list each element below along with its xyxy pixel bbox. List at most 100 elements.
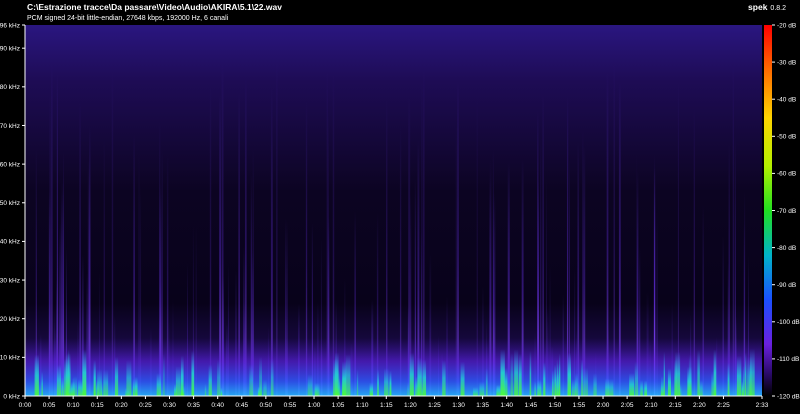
- energy-peak: [534, 381, 536, 396]
- db-tick-label: -30 dB: [777, 59, 796, 66]
- energy-peak: [593, 373, 597, 396]
- energy-peak: [529, 350, 532, 396]
- frequency-tick-label: 70 kHz: [0, 123, 20, 130]
- energy-peak: [571, 379, 577, 396]
- plot-area: [25, 25, 762, 397]
- energy-peak: [41, 371, 43, 396]
- energy-peak: [61, 377, 64, 396]
- energy-peak: [175, 366, 181, 396]
- energy-peak: [442, 360, 446, 396]
- energy-peak: [100, 382, 103, 396]
- energy-peak: [114, 356, 119, 396]
- time-tick-label: 2:00: [597, 402, 610, 409]
- energy-peak: [249, 364, 254, 396]
- energy-peak: [742, 365, 745, 396]
- db-tick-label: -20 dB: [777, 22, 796, 29]
- time-tick-label: 2:05: [621, 402, 634, 409]
- energy-peak: [34, 354, 40, 396]
- energy-peak: [220, 387, 223, 396]
- energy-peak: [537, 379, 542, 396]
- energy-peak: [409, 352, 414, 396]
- energy-peak: [133, 378, 135, 396]
- energy-peak: [56, 364, 61, 396]
- energy-peak: [699, 380, 703, 396]
- frequency-tick-label: 30 kHz: [0, 277, 20, 284]
- time-tick-label: 0:00: [19, 402, 32, 409]
- frequency-tick-label: 40 kHz: [0, 239, 20, 246]
- frequency-tick-label: 90 kHz: [0, 45, 20, 52]
- energy-peak: [634, 361, 639, 396]
- energy-peak: [345, 354, 351, 396]
- energy-peak: [263, 379, 267, 396]
- time-tick-label: 1:35: [476, 402, 489, 409]
- time-tick-label: 1:20: [404, 402, 417, 409]
- energy-peak: [103, 369, 109, 396]
- energy-peak: [514, 349, 519, 396]
- energy-peak: [356, 369, 359, 396]
- energy-peak: [389, 370, 392, 396]
- time-tick-label: 1:10: [356, 402, 369, 409]
- energy-peak: [663, 351, 665, 396]
- time-tick-label: 0:20: [115, 402, 128, 409]
- energy-peak: [369, 382, 374, 396]
- time-tick-label: 0:05: [43, 402, 56, 409]
- energy-peak: [629, 373, 635, 396]
- energy-peak: [518, 353, 522, 396]
- frequency-tick-label: 20 kHz: [0, 316, 20, 323]
- time-tick-label: 2:25: [717, 402, 730, 409]
- energy-peak: [711, 371, 716, 396]
- frequency-tick-label: 80 kHz: [0, 84, 20, 91]
- energy-peak: [217, 359, 221, 396]
- energy-peak: [314, 382, 318, 396]
- energy-peak: [727, 362, 730, 396]
- db-tick-label: -80 dB: [777, 245, 796, 252]
- energy-peak: [338, 369, 340, 396]
- energy-peak: [163, 353, 165, 396]
- time-tick-label: 1:25: [428, 402, 441, 409]
- time-tick-label: 1:30: [452, 402, 465, 409]
- frequency-tick-label: 0 kHz: [3, 393, 20, 400]
- energy-peak: [640, 380, 643, 396]
- db-tick-label: -110 dB: [777, 356, 799, 363]
- db-tick-label: -90 dB: [777, 282, 796, 289]
- db-tick-label: -70 dB: [777, 208, 796, 215]
- energy-peak: [73, 376, 78, 396]
- db-tick-label: -100 dB: [777, 319, 800, 326]
- energy-peak: [259, 381, 262, 396]
- time-tick-label: 2:20: [693, 402, 706, 409]
- time-tick-label: 0:15: [91, 402, 104, 409]
- time-tick-label: 1:50: [549, 402, 562, 409]
- energy-peak: [342, 361, 347, 396]
- time-tick-label: 0:45: [235, 402, 248, 409]
- energy-peak: [736, 355, 742, 396]
- energy-peak: [644, 380, 648, 396]
- db-tick-label: -50 dB: [777, 134, 796, 141]
- energy-peak: [333, 359, 338, 396]
- energy-peak: [78, 379, 83, 396]
- time-tick-label: 1:40: [500, 402, 513, 409]
- energy-peak: [687, 366, 692, 396]
- energy-peak: [554, 364, 556, 396]
- energy-peak: [675, 351, 681, 396]
- energy-peak: [134, 376, 138, 396]
- energy-peak: [191, 350, 195, 396]
- db-color-scale: [764, 25, 772, 396]
- energy-peak: [479, 381, 485, 396]
- frequency-tick-label: 50 kHz: [0, 200, 20, 207]
- energy-peak: [559, 353, 561, 396]
- energy-peak: [417, 357, 422, 396]
- time-tick-label: 1:15: [380, 402, 393, 409]
- energy-peak: [744, 352, 747, 396]
- energy-peak: [156, 372, 161, 396]
- time-tick-label: 1:05: [332, 402, 345, 409]
- time-tick-label: 1:45: [524, 402, 537, 409]
- energy-peak: [125, 387, 130, 396]
- time-tick-label: 0:25: [139, 402, 152, 409]
- energy-peak: [567, 352, 571, 396]
- energy-peak: [307, 374, 313, 396]
- spek-window: C:\Estrazione tracce\Da passare\Video\Au…: [0, 0, 800, 414]
- time-tick-label: 0:30: [163, 402, 176, 409]
- energy-peak: [93, 359, 96, 396]
- db-scale-ticks: -20 dB -30 dB -40 dB -50 dB -60 dB -70 dB -80 …: [772, 22, 800, 400]
- time-tick-label: 0:55: [284, 402, 297, 409]
